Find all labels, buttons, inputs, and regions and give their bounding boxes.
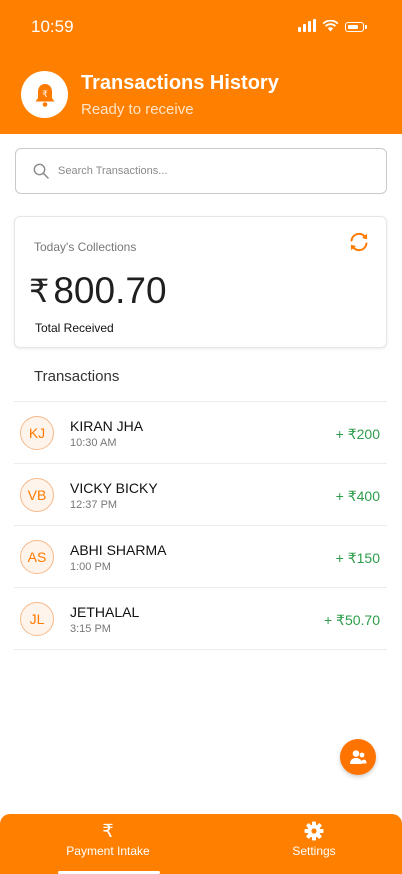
transaction-name: KIRAN JHA <box>70 418 144 434</box>
collections-amount: ₹ 800.70 <box>29 270 167 312</box>
transaction-amount: + ₹50.70 <box>323 612 380 628</box>
bottom-nav: ₹ Payment Intake Settings <box>0 814 402 874</box>
transaction-time: 12:37 PM <box>70 499 118 511</box>
amount-value: 800.70 <box>53 270 167 311</box>
transaction-time: 3:15 PM <box>70 623 111 635</box>
transaction-name: VICKY BICKY <box>70 480 158 496</box>
rupee-symbol: ₹ <box>29 273 50 309</box>
transaction-name: ABHI SHARMA <box>70 542 167 558</box>
collections-label: Today's Collections <box>34 240 137 254</box>
bell-rupee-icon: ₹ <box>21 71 68 118</box>
wifi-icon <box>322 20 339 32</box>
page-subtitle: Ready to receive <box>81 101 194 118</box>
collections-card: Today's Collections ₹ 800.70 Total Recei… <box>14 216 387 348</box>
total-received-label: Total Received <box>35 321 114 335</box>
user-add-icon <box>350 750 367 764</box>
transaction-row[interactable]: KJ KIRAN JHA 10:30 AM + ₹200 <box>14 402 387 464</box>
app-header: 10:59 ₹ Transactions History Ready to re… <box>0 0 402 134</box>
avatar: AS <box>20 540 54 574</box>
gear-icon <box>304 821 324 841</box>
transaction-row[interactable]: JL JETHALAL 3:15 PM + ₹50.70 <box>14 588 387 650</box>
nav-settings[interactable]: Settings <box>264 821 364 858</box>
nav-payment-label: Payment Intake <box>66 844 150 858</box>
transaction-row[interactable]: AS ABHI SHARMA 1:00 PM + ₹150 <box>14 526 387 588</box>
nav-payment-intake[interactable]: ₹ Payment Intake <box>58 821 158 858</box>
transaction-amount: + ₹150 <box>335 550 380 566</box>
cellular-signal-icon <box>298 19 316 32</box>
search-bar[interactable] <box>15 148 387 194</box>
battery-icon <box>345 22 367 32</box>
avatar: JL <box>20 602 54 636</box>
transaction-time: 1:00 PM <box>70 561 111 573</box>
transactions-heading: Transactions <box>34 368 120 385</box>
search-icon <box>33 163 49 179</box>
avatar: VB <box>20 478 54 512</box>
transaction-amount: + ₹400 <box>335 488 380 504</box>
page-title: Transactions History <box>81 72 279 94</box>
avatar: KJ <box>20 416 54 450</box>
svg-text:₹: ₹ <box>42 90 48 100</box>
add-contact-button[interactable] <box>340 739 376 775</box>
search-input[interactable] <box>58 165 358 177</box>
rupee-icon: ₹ <box>102 821 114 841</box>
transaction-list: KJ KIRAN JHA 10:30 AM + ₹200 VB VICKY BI… <box>14 401 387 650</box>
nav-settings-label: Settings <box>292 844 336 858</box>
transaction-amount: + ₹200 <box>335 426 380 442</box>
transaction-name: JETHALAL <box>70 604 140 620</box>
transaction-row[interactable]: VB VICKY BICKY 12:37 PM + ₹400 <box>14 464 387 526</box>
transaction-time: 10:30 AM <box>70 437 117 449</box>
status-icons <box>298 19 367 32</box>
refresh-icon[interactable] <box>347 230 371 254</box>
status-time: 10:59 <box>31 17 74 36</box>
